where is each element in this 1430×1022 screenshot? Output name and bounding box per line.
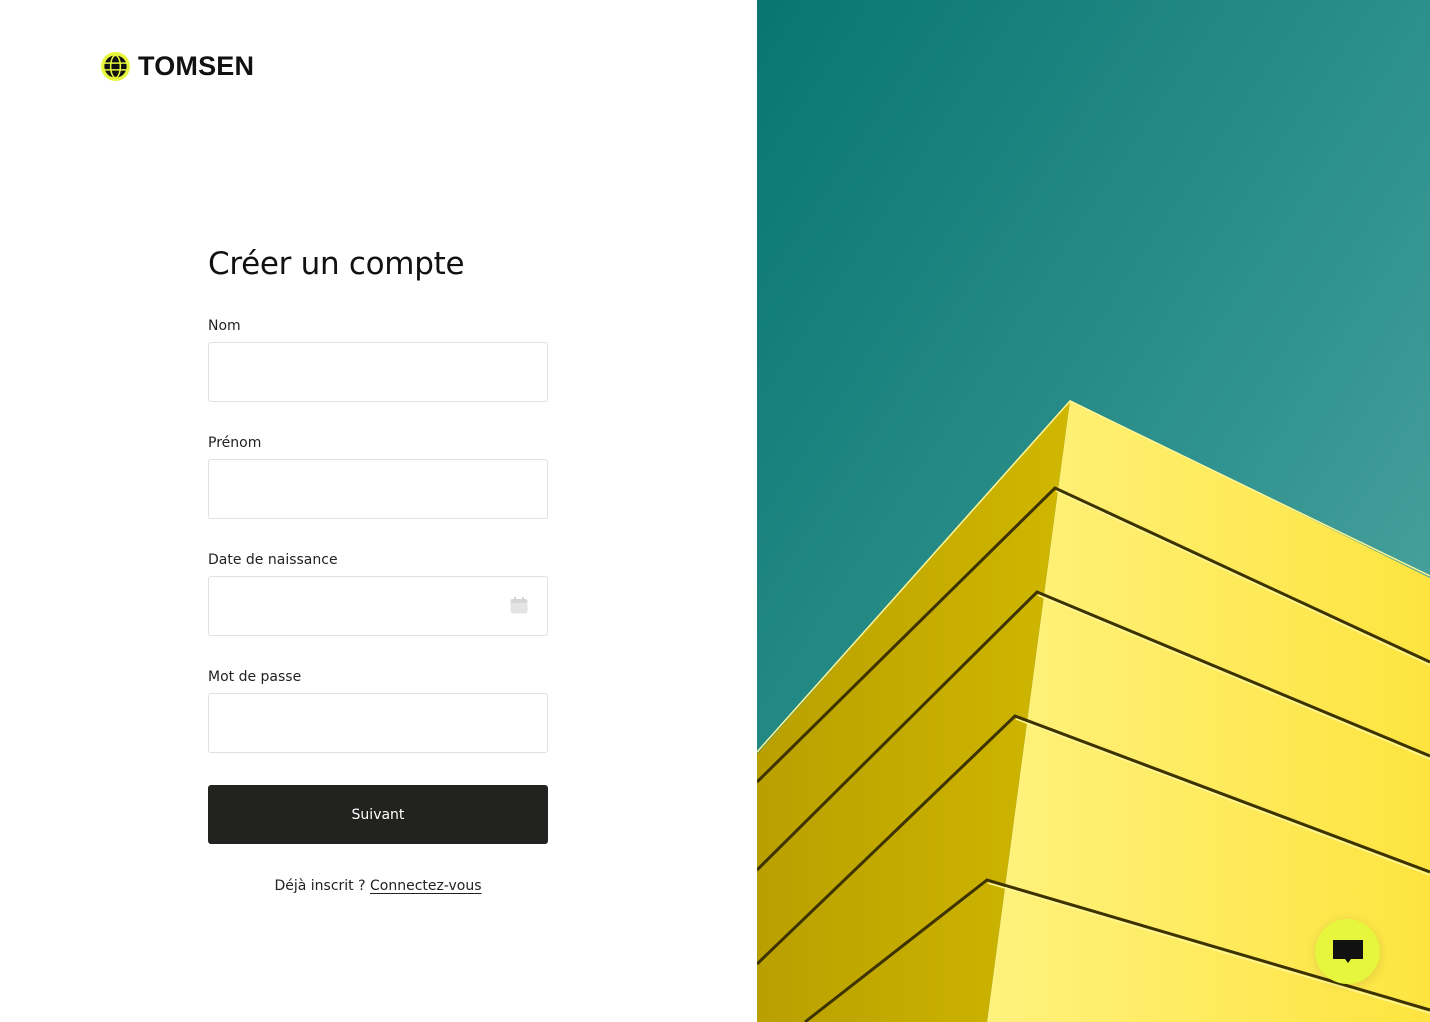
birthdate-input[interactable] xyxy=(208,576,548,636)
globe-icon xyxy=(100,51,131,82)
password-label: Mot de passe xyxy=(208,669,302,685)
password-input[interactable] xyxy=(208,693,548,753)
chat-icon xyxy=(1332,939,1363,963)
nom-input[interactable] xyxy=(208,342,548,402)
login-prompt-text: Déjà inscrit ? xyxy=(274,878,366,894)
chat-button[interactable] xyxy=(1315,919,1380,984)
login-prompt-row: Déjà inscrit ? Connectez-vous xyxy=(208,877,548,895)
building-illustration xyxy=(757,0,1430,1022)
next-button[interactable]: Suivant xyxy=(208,785,548,844)
calendar-icon[interactable] xyxy=(510,597,528,614)
brand-name: TOMSEN xyxy=(138,51,255,81)
birthdate-field xyxy=(208,576,548,636)
signup-form: Créer un compte Nom Prénom Date de naiss… xyxy=(208,244,548,894)
login-link[interactable]: Connectez-vous xyxy=(370,878,482,894)
hero-image xyxy=(757,0,1430,1022)
nom-label: Nom xyxy=(208,318,241,334)
brand-logo[interactable]: TOMSEN xyxy=(100,50,254,83)
page-title: Créer un compte xyxy=(208,246,465,282)
birthdate-label: Date de naissance xyxy=(208,552,338,568)
prenom-input[interactable] xyxy=(208,459,548,519)
prenom-label: Prénom xyxy=(208,435,262,451)
signup-panel: TOMSEN Créer un compte Nom Prénom Date d… xyxy=(0,0,757,1022)
